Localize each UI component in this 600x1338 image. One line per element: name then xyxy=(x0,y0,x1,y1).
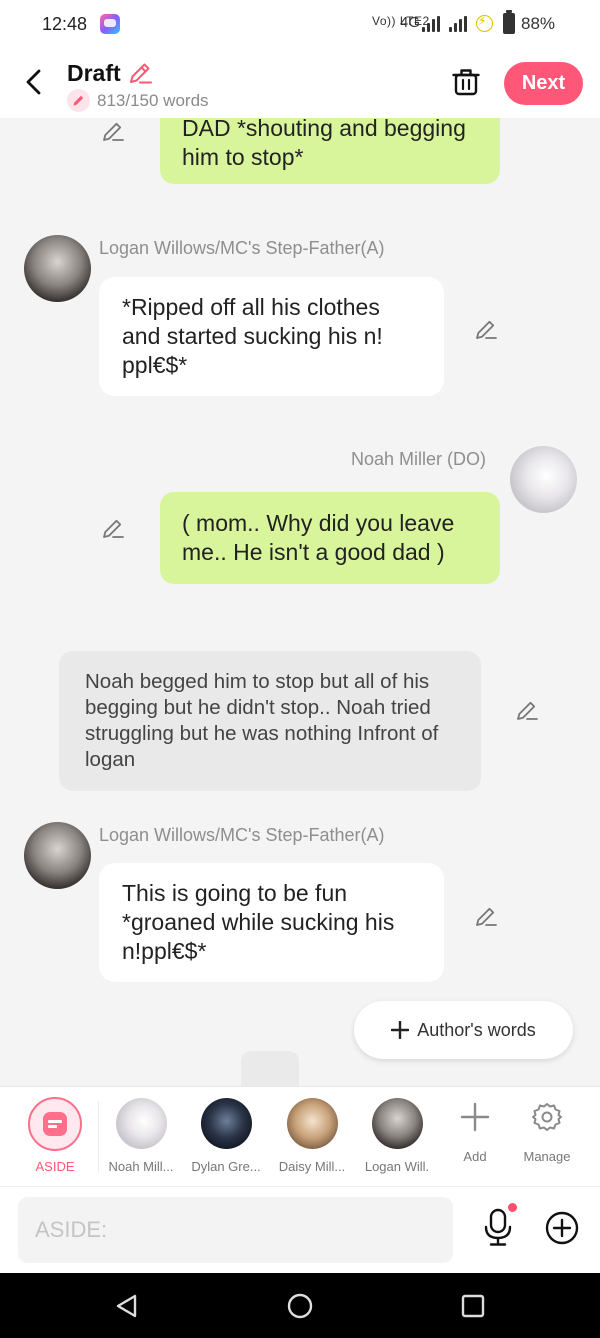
recents-nav-icon[interactable] xyxy=(458,1291,488,1321)
plus-icon xyxy=(391,1021,410,1039)
avatar-daisy xyxy=(286,1098,338,1149)
edit-message-icon[interactable] xyxy=(474,317,498,341)
back-arrow-icon[interactable] xyxy=(22,68,46,96)
system-nav-bar xyxy=(0,1273,600,1338)
input-bar xyxy=(0,1186,600,1273)
add-label: Add xyxy=(463,1149,487,1164)
add-character-button[interactable]: Add xyxy=(438,1087,512,1187)
add-circle-icon[interactable] xyxy=(545,1211,579,1245)
microphone-icon[interactable] xyxy=(482,1207,514,1247)
speaker-name: Noah Miller (DO) xyxy=(351,449,487,469)
character-bar: ASIDE Noah Mill... Dylan Gre... Daisy Mi… xyxy=(0,1086,600,1186)
notification-dot xyxy=(508,1203,517,1212)
edit-message-icon[interactable] xyxy=(474,904,498,928)
character-message-bubble[interactable]: *Ripped off all his clothes and started … xyxy=(99,277,444,396)
character-item-dylan[interactable]: Dylan Gre... xyxy=(183,1087,269,1187)
battery-icon xyxy=(503,10,515,34)
avatar-dylan xyxy=(200,1098,252,1149)
network-type: 4G xyxy=(400,14,421,31)
character-label: Daisy Mill... xyxy=(278,1159,346,1174)
player-message-bubble[interactable]: DAD *shouting and begging him to stop* xyxy=(160,118,500,184)
character-item-logan[interactable]: Logan Will. xyxy=(354,1087,440,1187)
status-bar: 12:48 Vo)) LTE2 4G 88% xyxy=(0,0,600,50)
scroll-handle[interactable] xyxy=(241,1051,299,1086)
app-notification-icon xyxy=(100,14,120,34)
aside-input[interactable] xyxy=(18,1197,453,1263)
character-item-daisy[interactable]: Daisy Mill... xyxy=(269,1087,355,1187)
authors-words-label: Author's words xyxy=(417,1019,536,1040)
narration-bubble[interactable]: Noah begged him to stop but all of his b… xyxy=(59,651,481,791)
pencil-badge-icon xyxy=(67,89,90,112)
header: Draft 813/150 words Next xyxy=(0,50,600,118)
battery-percent: 88% xyxy=(521,14,556,33)
aside-icon xyxy=(28,1097,82,1151)
character-label: Dylan Gre... xyxy=(191,1159,261,1174)
page-title: Draft xyxy=(67,60,121,86)
avatar-noah[interactable] xyxy=(510,446,577,513)
word-count: 813/150 words xyxy=(97,91,209,110)
character-label: ASIDE xyxy=(35,1159,75,1174)
speaker-name: Logan Willows/MC's Step-Father(A) xyxy=(99,238,385,258)
chat-area[interactable]: DAD *shouting and begging him to stop* L… xyxy=(0,118,600,1086)
signal-strength-icon xyxy=(422,16,440,32)
speaker-name: Logan Willows/MC's Step-Father(A) xyxy=(99,825,385,845)
authors-words-button[interactable]: Author's words xyxy=(354,1001,573,1059)
plus-icon xyxy=(460,1102,490,1132)
edit-message-icon[interactable] xyxy=(101,516,125,540)
edit-message-icon[interactable] xyxy=(515,698,539,722)
back-nav-icon[interactable] xyxy=(112,1291,142,1321)
next-button[interactable]: Next xyxy=(504,62,583,105)
edit-message-icon[interactable] xyxy=(101,119,125,143)
avatar-logan[interactable] xyxy=(24,822,91,889)
avatar-noah xyxy=(115,1098,167,1149)
status-time: 12:48 xyxy=(42,14,88,34)
character-message-bubble[interactable]: This is going to be fun *groaned while s… xyxy=(99,863,444,982)
manage-button[interactable]: Manage xyxy=(510,1087,584,1187)
manage-label: Manage xyxy=(523,1149,571,1164)
character-label: Noah Mill... xyxy=(108,1159,174,1174)
player-message-bubble[interactable]: ( mom.. Why did you leave me.. He isn't … xyxy=(160,492,500,584)
avatar-logan[interactable] xyxy=(24,235,91,302)
avatar-logan xyxy=(371,1098,423,1149)
pencil-icon[interactable] xyxy=(127,60,153,86)
signal-strength-icon-2 xyxy=(449,16,467,32)
character-item-aside[interactable]: ASIDE xyxy=(12,1087,98,1187)
home-nav-icon[interactable] xyxy=(285,1291,315,1321)
trash-icon[interactable] xyxy=(452,67,480,97)
battery-saver-icon xyxy=(476,14,493,32)
gear-icon xyxy=(532,1103,562,1131)
character-label: Logan Will. xyxy=(364,1159,430,1174)
character-item-noah[interactable]: Noah Mill... xyxy=(98,1087,184,1187)
